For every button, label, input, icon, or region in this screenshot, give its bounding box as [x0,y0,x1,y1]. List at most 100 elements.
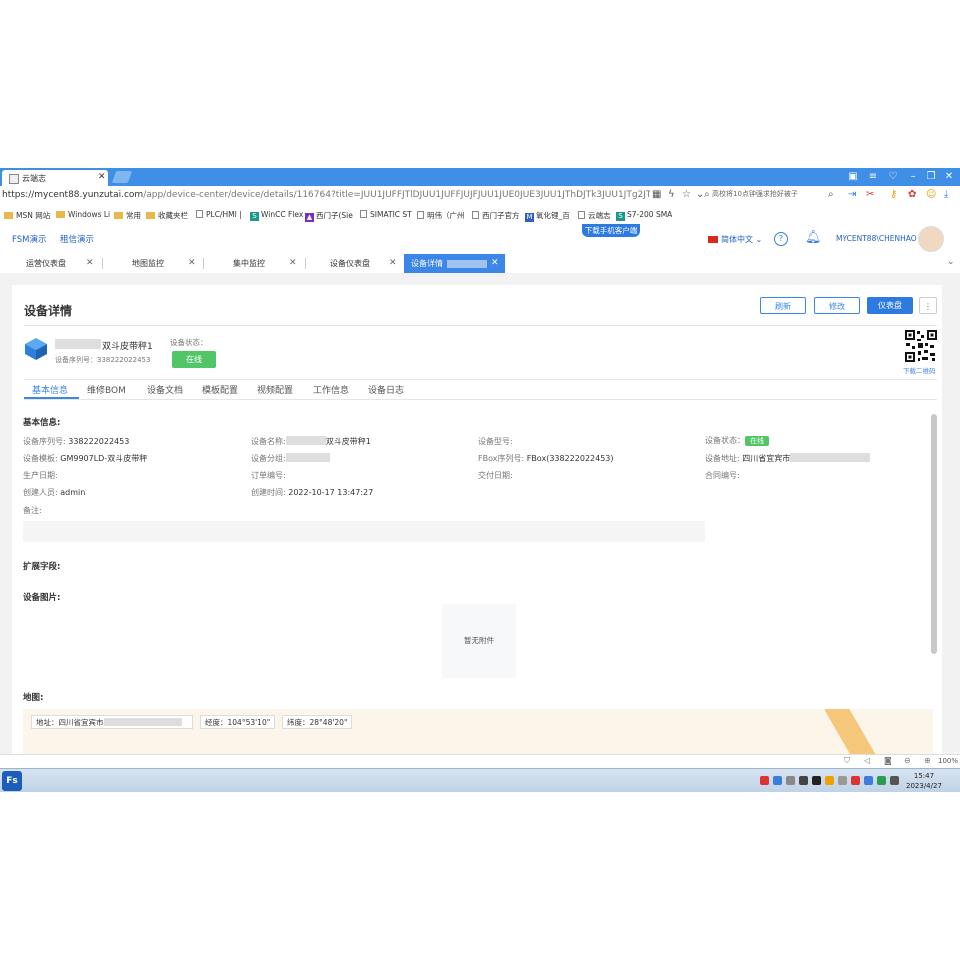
bookmark-item[interactable]: ▲ 西门子(Sie [305,210,353,222]
tray-volume-icon[interactable] [890,776,899,785]
bookmark-item[interactable]: 收藏夹栏 [146,210,188,221]
tab-template-config[interactable]: 模板配置 [202,383,238,396]
language-selector[interactable]: 简体中文 ⌄ [708,234,762,245]
bookmark-label: MSN 网站 [16,211,51,220]
main-content: 设备详情 刷新 修改 仪表盘 ⋮ 双斗皮带秤1 设备序列号：3382220224… [0,273,960,755]
bookmark-item[interactable]: 明伟（广州 [417,210,465,221]
bookmark-label: S7-200 SMA [627,210,673,219]
tray-tool-icon[interactable] [786,776,795,785]
download-qr-link[interactable]: 下载二维码 [903,365,936,375]
tray-penguin-icon[interactable] [812,776,821,785]
url-field[interactable]: https://mycent88.yunzutai.com/app/device… [2,190,650,200]
bookmark-item[interactable]: M 氧化锂_百 [525,210,570,222]
key-icon[interactable]: ⚷ [890,189,897,200]
tray-app-icon[interactable] [838,776,847,785]
bookmark-item[interactable]: Windows Li [56,210,110,219]
bookmark-item[interactable]: 西门子官方 [472,210,520,221]
minimize-icon[interactable]: – [906,170,920,184]
user-name[interactable]: MYCENT88\CHENHAO [836,234,917,243]
tab-operations-dashboard[interactable]: 运营仪表盘 ✕ [0,254,100,273]
bookmark-item[interactable]: S WinCC Flex [250,210,303,221]
zoom-level[interactable]: 100% [938,757,958,765]
tray-network-icon[interactable] [864,776,873,785]
field-label: 创建人员: [23,488,58,497]
tab-device-docs[interactable]: 设备文档 [147,383,183,396]
tray-app-icon[interactable] [851,776,860,785]
close-icon[interactable]: ✕ [389,254,397,273]
emoji-icon[interactable]: ☺ [926,189,936,200]
bookmark-item[interactable]: SIMATIC ST [360,210,412,219]
close-tab-icon[interactable]: ✕ [98,172,106,182]
menu-icon[interactable]: ≡ [866,170,880,184]
clock[interactable]: 15:47 2023/4/27 [906,771,942,791]
download-icon[interactable]: ⤓ [944,189,948,200]
bookmark-item[interactable]: PLC/HMI | [196,210,242,219]
tab-repair-bom[interactable]: 维修BOM [87,383,126,396]
map-latitude: 纬度：28°48'20" [282,715,353,729]
shield-icon[interactable]: ⛉ [844,756,850,766]
tab-device-dashboard[interactable]: 设备仪表盘 ✕ [306,254,404,273]
edit-button[interactable]: 修改 [814,297,860,314]
reader-icon[interactable]: ▣ [846,170,860,184]
skin-icon[interactable]: ♡ [886,170,900,184]
more-button[interactable]: ⋮ [919,297,937,314]
clock-date: 2023/4/27 [906,782,942,790]
qr-icon[interactable]: ▦ [652,189,661,200]
new-tab-button[interactable] [111,171,133,183]
close-icon[interactable]: ✕ [86,254,94,273]
tray-app-icon[interactable] [877,776,886,785]
nav-rental-demo[interactable]: 租信演示 [60,233,94,245]
nav-fsm-demo[interactable]: FSM演示 [12,233,46,245]
search-go-icon[interactable]: ⌕ [828,189,834,200]
dashboard-button[interactable]: 仪表盘 [867,297,913,314]
zoom-in-icon[interactable]: ⊕ [924,756,931,765]
search-input[interactable]: 高校将10点钟强求抢好被子 [712,189,824,203]
clock-time: 15:47 [913,772,935,780]
bookmark-item[interactable]: 常用 [114,210,141,221]
tab-work-info[interactable]: 工作信息 [313,383,349,396]
tray-app-icon[interactable] [799,776,808,785]
browser-status-bar: ⛉ ◁ ◙ ⊖ ⊕ 100% [0,754,960,769]
bookmarks-bar: MSN 网站 Windows Li 常用 收藏夹栏 PLC/HMI | S WinCC Fl… [0,206,960,225]
tab-central-monitor[interactable]: 集中监控 ✕ [205,254,305,273]
zoom-out-icon[interactable]: ⊖ [904,756,911,765]
plugin-icon[interactable]: ✿ [908,189,916,200]
tab-device-details[interactable]: 设备详情 ✕ [404,254,505,273]
field-label: 订单编号: [251,471,286,480]
help-icon[interactable]: ? [774,232,788,246]
lightning-icon[interactable]: ϟ [668,189,675,200]
qr-code-icon[interactable] [904,329,938,363]
fs-app-icon[interactable]: Fs [2,771,22,791]
tab-device-log[interactable]: 设备日志 [368,383,404,396]
close-icon[interactable]: ✕ [188,254,196,273]
bookmark-item[interactable]: S S7-200 SMA [616,210,672,221]
tray-app-icon[interactable] [825,776,834,785]
browser-tab[interactable]: 云端志 ✕ [2,170,108,186]
download-app-button[interactable]: 下载手机客户端 [582,224,640,237]
field-delivery-date: 交付日期: [478,470,513,481]
bookmark-item[interactable]: 云端志 [578,210,611,221]
tray-antivirus-icon[interactable] [760,776,769,785]
bell-icon[interactable]: 🔔︎ [805,230,822,245]
close-window-icon[interactable]: ✕ [942,170,956,184]
map-view[interactable]: 地址：四川省宜宾市 经度：104°53'10" 纬度：28°48'20" [23,709,933,755]
avatar[interactable] [918,226,944,252]
bookmark-item[interactable]: MSN 网站 [4,210,50,221]
tray-help-icon[interactable] [773,776,782,785]
tab-basic-info[interactable]: 基本信息 [32,383,68,396]
tab-video-config[interactable]: 视频配置 [257,383,293,396]
login-icon[interactable]: ⇥ [848,189,856,200]
scrollbar[interactable] [931,414,937,654]
scissors-icon[interactable]: ✂ [866,189,874,200]
refresh-button[interactable]: 刷新 [760,297,806,314]
tab-map-monitor[interactable]: 地图监控 ✕ [104,254,202,273]
speaker-icon[interactable]: ◁ [864,756,870,765]
camera-icon[interactable]: ◙ [884,756,892,765]
taskbar: Fs 15:47 2023/4/27 [0,768,960,792]
close-icon[interactable]: ✕ [491,254,499,273]
maximize-icon[interactable]: ❐ [924,170,938,184]
device-image-title: 设备图片: [23,593,61,603]
chevron-down-icon[interactable]: ⌄ [947,257,955,267]
star-icon[interactable]: ☆ [682,189,691,200]
close-icon[interactable]: ✕ [289,254,297,273]
